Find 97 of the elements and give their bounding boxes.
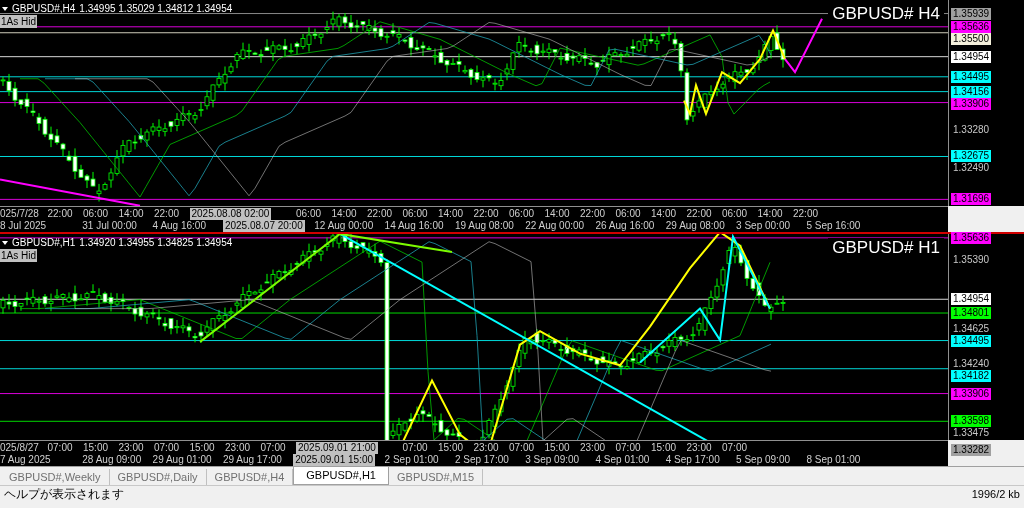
time-label: 14 Aug 16:00 bbox=[384, 220, 444, 232]
time-label: 06:00 bbox=[83, 208, 109, 220]
time-label: 06:00 bbox=[722, 208, 748, 220]
chart-symbol: GBPUSD#,H1 bbox=[12, 236, 76, 250]
time-label: 5 Sep 09:00 bbox=[736, 454, 790, 466]
time-label: 4 Sep 17:00 bbox=[665, 454, 720, 466]
chart-symbol: GBPUSD#,H4 bbox=[12, 2, 76, 16]
chart-tab[interactable]: GBPUSD#,Weekly bbox=[1, 469, 110, 485]
time-cursor-label: 2025.09.01 15:00 bbox=[293, 454, 376, 466]
price-tag: 1.32675 bbox=[951, 150, 992, 163]
time-label: 2 Sep 01:00 bbox=[384, 454, 439, 466]
time-label: 06:00 bbox=[402, 208, 428, 220]
time-cursor-label: 2025.09.01 21:00 bbox=[296, 442, 378, 454]
price-tag: 1.34954 bbox=[951, 293, 992, 306]
time-label: 29 Aug 01:00 bbox=[152, 454, 212, 466]
time-label: 15:00 bbox=[83, 442, 109, 454]
time-label: 31 Jul 00:00 bbox=[82, 220, 137, 232]
chart-tab[interactable]: GBPUSD#,M15 bbox=[389, 469, 483, 485]
price-tag: 1.34495 bbox=[951, 70, 992, 83]
time-label: 07:00 bbox=[260, 442, 286, 454]
time-label: 26 Aug 16:00 bbox=[595, 220, 655, 232]
price-tag: 1.33906 bbox=[951, 387, 992, 400]
time-label: 07:00 bbox=[615, 442, 641, 454]
price-label: 1.34625 bbox=[953, 322, 990, 335]
time-label: 3 Sep 09:00 bbox=[525, 454, 580, 466]
price-tag: 1.34801 bbox=[951, 307, 992, 319]
time-label: 4 Aug 16:00 bbox=[152, 220, 206, 232]
time-label: 23:00 bbox=[686, 442, 712, 454]
indicator-label: 1As Hid bbox=[0, 15, 37, 28]
time-label: 29 Aug 08:00 bbox=[665, 220, 725, 232]
time-label: 07:00 bbox=[509, 442, 535, 454]
time-label: 07:00 bbox=[402, 442, 428, 454]
time-label: 23:00 bbox=[118, 442, 144, 454]
price-tag: 1.35939 bbox=[951, 7, 992, 20]
price-tag: 1.35636 bbox=[951, 231, 992, 244]
price-label: 1.33475 bbox=[953, 427, 990, 440]
time-label: 14:00 bbox=[544, 208, 570, 220]
time-label: 06:00 bbox=[509, 208, 535, 220]
time-label: 06:00 bbox=[615, 208, 641, 220]
status-help-text: ヘルプが表示されます bbox=[4, 486, 124, 501]
time-label: 8 Sep 01:00 bbox=[806, 454, 861, 466]
time-label: 12 Aug 00:00 bbox=[314, 220, 374, 232]
time-label: 15:00 bbox=[651, 442, 677, 454]
time-label: 14:00 bbox=[757, 208, 783, 220]
price-tag: 1.31696 bbox=[951, 193, 992, 206]
time-label: 15:00 bbox=[544, 442, 570, 454]
ohlc-values: 1.34995 1.35029 1.34812 1.34954 bbox=[79, 2, 233, 16]
time-label: 14:00 bbox=[331, 208, 357, 220]
time-label: 15:00 bbox=[189, 442, 215, 454]
price-tag: 1.34156 bbox=[951, 85, 992, 98]
time-label: 025/8/27 bbox=[0, 442, 39, 454]
time-label: 07:00 bbox=[47, 442, 73, 454]
time-cursor-label: 2025.08.07 20:00 bbox=[222, 220, 305, 232]
price-tag: 1.35636 bbox=[951, 20, 992, 33]
time-label: 22 Aug 00:00 bbox=[525, 220, 585, 232]
chart-tab[interactable]: GBPUSD#,H1 bbox=[293, 467, 389, 485]
time-label: 29 Aug 17:00 bbox=[222, 454, 282, 466]
price-label: 1.32490 bbox=[953, 162, 990, 175]
time-label: 19 Aug 08:00 bbox=[454, 220, 514, 232]
time-label: 15:00 bbox=[438, 442, 464, 454]
time-label: 22:00 bbox=[580, 208, 606, 220]
time-label: 23:00 bbox=[473, 442, 499, 454]
price-tag: 1.33282 bbox=[951, 443, 992, 456]
price-label: 1.33280 bbox=[953, 124, 990, 136]
ohlc-values: 1.34920 1.34955 1.34825 1.34954 bbox=[79, 236, 233, 250]
price-tag: 1.33598 bbox=[951, 415, 992, 428]
time-label: 22:00 bbox=[686, 208, 712, 220]
time-label: 22:00 bbox=[793, 208, 819, 220]
time-label: 22:00 bbox=[473, 208, 499, 220]
time-label: 14:00 bbox=[651, 208, 677, 220]
time-label: 025/7/28 bbox=[0, 208, 39, 220]
price-tag: 1.34495 bbox=[951, 334, 992, 347]
traffic-text: 1996/2 kb bbox=[971, 486, 1020, 501]
time-cursor-label: 2025.08.08 02:00 bbox=[189, 208, 272, 220]
time-label: 23:00 bbox=[225, 442, 251, 454]
time-label: 7 Aug 2025 bbox=[0, 454, 51, 466]
time-label: 5 Sep 16:00 bbox=[806, 220, 861, 232]
time-label: 06:00 bbox=[296, 208, 322, 220]
price-label: 1.35390 bbox=[953, 254, 990, 266]
time-label: 28 Aug 09:00 bbox=[82, 454, 142, 466]
time-label: 22:00 bbox=[367, 208, 393, 220]
time-label: 3 Sep 00:00 bbox=[736, 220, 790, 232]
indicator-label: 1As Hid bbox=[0, 249, 37, 262]
time-label: 14:00 bbox=[438, 208, 464, 220]
price-tag: 1.34954 bbox=[951, 50, 992, 63]
time-label: 2 Sep 17:00 bbox=[454, 454, 509, 466]
price-tag: 1.34182 bbox=[951, 369, 992, 382]
time-label: 07:00 bbox=[154, 442, 180, 454]
time-label: 22:00 bbox=[154, 208, 180, 220]
time-label: 07:00 bbox=[722, 442, 748, 454]
time-label: 8 Jul 2025 bbox=[0, 220, 47, 232]
time-label: 4 Sep 01:00 bbox=[595, 454, 650, 466]
time-label: 22:00 bbox=[47, 208, 73, 220]
price-label: 1.34240 bbox=[953, 357, 990, 370]
chart-tab[interactable]: GBPUSD#,Daily bbox=[109, 469, 207, 485]
time-label: 23:00 bbox=[580, 442, 606, 454]
time-label: 14:00 bbox=[118, 208, 144, 220]
